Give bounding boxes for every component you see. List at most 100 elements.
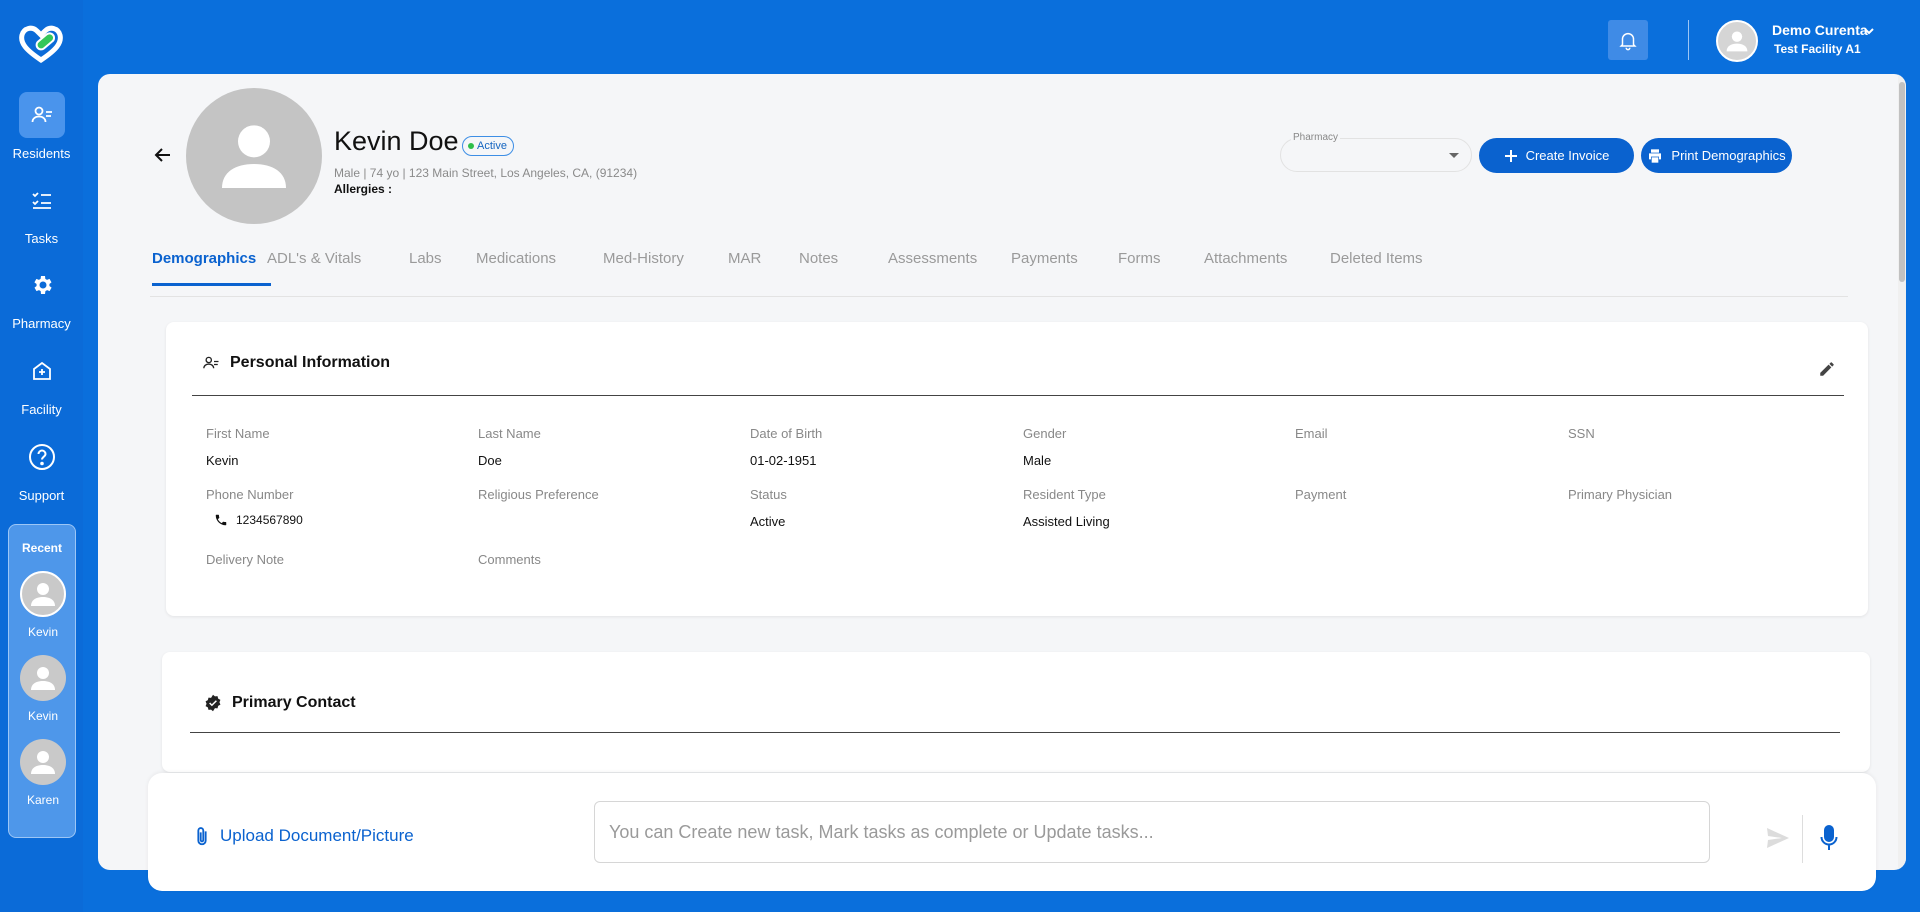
scrollbar-thumb[interactable]: [1899, 82, 1905, 282]
recent-resident-name: Kevin: [27, 709, 59, 723]
field-ssn: SSN: [1568, 426, 1828, 453]
field-resident-type: Resident Type Assisted Living: [1023, 487, 1283, 529]
tab-adls-vitals[interactable]: ADL's & Vitals: [267, 250, 361, 267]
pharmacy-select[interactable]: Pharmacy: [1280, 132, 1472, 172]
field-email: Email: [1295, 426, 1555, 453]
active-tab-indicator: [152, 283, 271, 286]
recent-resident-name: Karen: [26, 793, 60, 807]
recent-resident[interactable]: Kevin: [9, 571, 77, 639]
primary-contact-card: Primary Contact: [162, 652, 1870, 772]
tab-attachments[interactable]: Attachments: [1204, 250, 1287, 267]
sidebar-item-label: Pharmacy: [12, 316, 71, 331]
tab-divider: [150, 296, 1848, 297]
chevron-down-icon[interactable]: [1862, 24, 1876, 43]
sidebar-item-label: Residents: [12, 146, 71, 161]
user-name[interactable]: Demo Curenta: [1772, 22, 1868, 38]
sidebar-item-tasks[interactable]: Tasks: [0, 177, 83, 246]
tab-mar[interactable]: MAR: [728, 250, 761, 267]
task-command-input[interactable]: [594, 801, 1710, 863]
upload-document-button[interactable]: Upload Document/Picture: [194, 825, 414, 847]
field-gender: Gender Male: [1023, 426, 1283, 468]
notifications-button[interactable]: [1608, 20, 1648, 60]
tab-demographics[interactable]: Demographics: [152, 250, 256, 267]
create-invoice-button[interactable]: Create Invoice: [1479, 138, 1634, 173]
sidebar-item-pharmacy[interactable]: Pharmacy: [0, 262, 83, 331]
resident-meta: Male | 74 yo | 123 Main Street, Los Ange…: [334, 166, 638, 180]
recent-resident-name: Kevin: [27, 625, 59, 639]
section-divider: [192, 395, 1844, 396]
field-value: 01-02-1951: [750, 453, 817, 468]
section-title-text: Primary Contact: [232, 694, 356, 711]
field-label: Delivery Note: [206, 552, 285, 567]
field-label: Status: [750, 487, 787, 502]
help-icon: [19, 434, 65, 480]
section-divider: [190, 732, 1840, 733]
tab-deleted-items[interactable]: Deleted Items: [1330, 250, 1423, 267]
sidebar-item-facility[interactable]: Facility: [0, 348, 83, 417]
verified-icon: [205, 694, 221, 712]
tab-forms[interactable]: Forms: [1118, 250, 1161, 267]
plus-icon: [1504, 149, 1517, 162]
edit-icon[interactable]: [1818, 360, 1836, 383]
field-label: Payment: [1295, 487, 1347, 502]
bell-icon: [1619, 32, 1637, 51]
tab-labs[interactable]: Labs: [409, 250, 442, 267]
residents-icon: [18, 92, 65, 138]
paperclip-icon: [197, 827, 207, 846]
avatar: [20, 571, 66, 617]
field-date-of-birth: Date of Birth 01-02-1951: [750, 426, 1010, 468]
field-label: Religious Preference: [478, 487, 599, 502]
field-delivery-note: Delivery Note: [206, 552, 466, 579]
sidebar-item-label: Support: [18, 488, 65, 503]
create-invoice-label: Create Invoice: [1525, 148, 1610, 163]
back-arrow-icon[interactable]: [154, 146, 172, 169]
printer-icon: [1649, 148, 1662, 163]
sidebar-item-residents[interactable]: Residents: [0, 92, 83, 161]
field-comments: Comments: [478, 552, 738, 579]
resident-avatar: [186, 88, 322, 224]
curenta-logo[interactable]: [18, 24, 64, 64]
field-value: Kevin: [206, 453, 239, 468]
field-value: 1234567890: [236, 513, 303, 527]
sidebar-item-support[interactable]: Support: [0, 434, 83, 503]
personal-information-card: Personal Information First Name Kevin La…: [166, 322, 1868, 616]
tasks-icon: [19, 177, 65, 223]
avatar: [20, 739, 66, 785]
field-label: Email: [1295, 426, 1328, 441]
field-label: Date of Birth: [750, 426, 823, 441]
task-assistant-bar: Upload Document/Picture: [148, 773, 1876, 891]
bottom-divider: [1802, 815, 1803, 863]
tab-med-history[interactable]: Med-History: [603, 250, 684, 267]
field-first-name: First Name Kevin: [206, 426, 466, 468]
tab-medications[interactable]: Medications: [476, 250, 556, 267]
field-religious-preference: Religious Preference: [478, 487, 738, 514]
phone-icon: [215, 514, 227, 526]
tab-assessments[interactable]: Assessments: [888, 250, 977, 267]
sidebar: Residents Tasks Pharmacy Facility Suppor…: [0, 0, 83, 912]
status-badge: Active: [462, 136, 514, 156]
section-title: Primary Contact: [204, 694, 356, 712]
status-dot: [468, 143, 474, 149]
field-value: Doe: [478, 453, 502, 468]
send-icon[interactable]: [1766, 827, 1790, 854]
recent-resident[interactable]: Kevin: [9, 655, 77, 723]
print-demographics-button[interactable]: Print Demographics: [1641, 138, 1792, 173]
tab-bar: Demographics ADL's & Vitals Labs Medicat…: [150, 250, 1830, 278]
gear-icon: [19, 262, 65, 308]
section-title-text: Personal Information: [230, 354, 391, 371]
avatar: [20, 655, 66, 701]
field-primary-physician: Primary Physician: [1568, 487, 1828, 514]
scrollbar[interactable]: [1898, 74, 1906, 870]
user-avatar[interactable]: [1716, 20, 1758, 62]
caret-down-icon: [1449, 153, 1459, 158]
field-label: Last Name: [478, 426, 541, 441]
field-value: Active: [750, 514, 786, 529]
tab-payments[interactable]: Payments: [1011, 250, 1078, 267]
recent-resident[interactable]: Karen: [9, 739, 77, 807]
field-label: Primary Physician: [1568, 487, 1673, 502]
microphone-icon[interactable]: [1820, 825, 1838, 856]
tab-notes[interactable]: Notes: [799, 250, 838, 267]
field-status: Status Active: [750, 487, 1010, 529]
section-title: Personal Information: [202, 354, 390, 372]
recent-title: Recent: [21, 541, 62, 555]
